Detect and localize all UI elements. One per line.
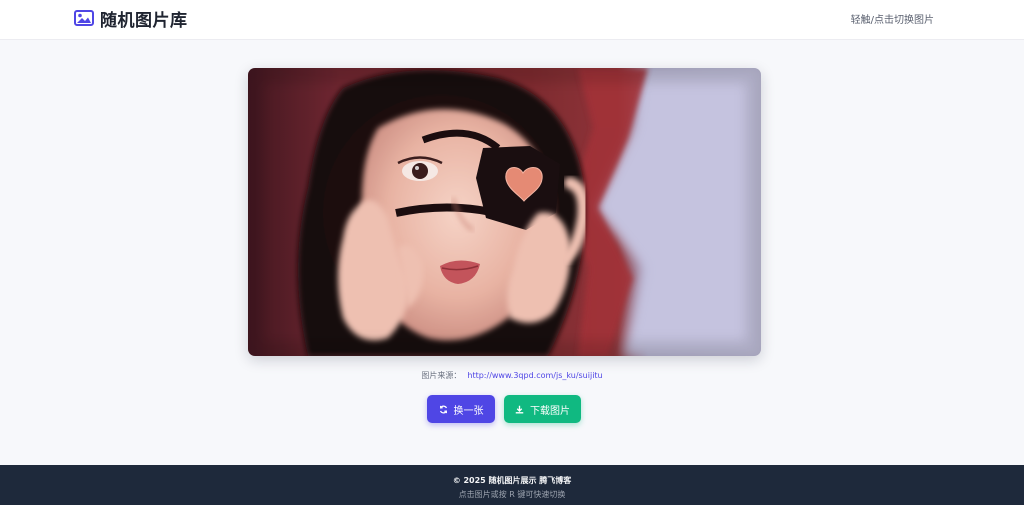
source-link[interactable]: http://www.3qpd.com/js_ku/suijitu: [467, 371, 602, 380]
random-image[interactable]: [248, 68, 761, 356]
brand[interactable]: 随机图片库: [74, 6, 188, 31]
image-source: 图片来源： http://www.3qpd.com/js_ku/suijitu: [0, 370, 1024, 381]
top-header: 随机图片库 轻触/点击切换图片: [0, 0, 1024, 40]
source-label: 图片来源：: [421, 371, 462, 380]
copyright: © 2025 随机图片展示 腾飞博客: [452, 476, 572, 485]
refresh-button[interactable]: 换一张: [427, 395, 495, 423]
footer-tip: 点击图片或按 R 键可快速切换: [458, 490, 566, 499]
download-button-label: 下载图片: [530, 405, 570, 417]
site-title: 随机图片库: [100, 10, 188, 31]
image-icon: [74, 10, 94, 26]
refresh-icon: [439, 405, 447, 413]
photo[interactable]: [248, 68, 761, 356]
download-icon: [515, 405, 524, 413]
header-hint: 轻触/点击切换图片: [850, 15, 934, 26]
refresh-button-label: 换一张: [453, 405, 484, 417]
download-button[interactable]: 下载图片: [504, 395, 581, 423]
footer: © 2025 随机图片展示 腾飞博客 点击图片或按 R 键可快速切换: [0, 465, 1024, 505]
